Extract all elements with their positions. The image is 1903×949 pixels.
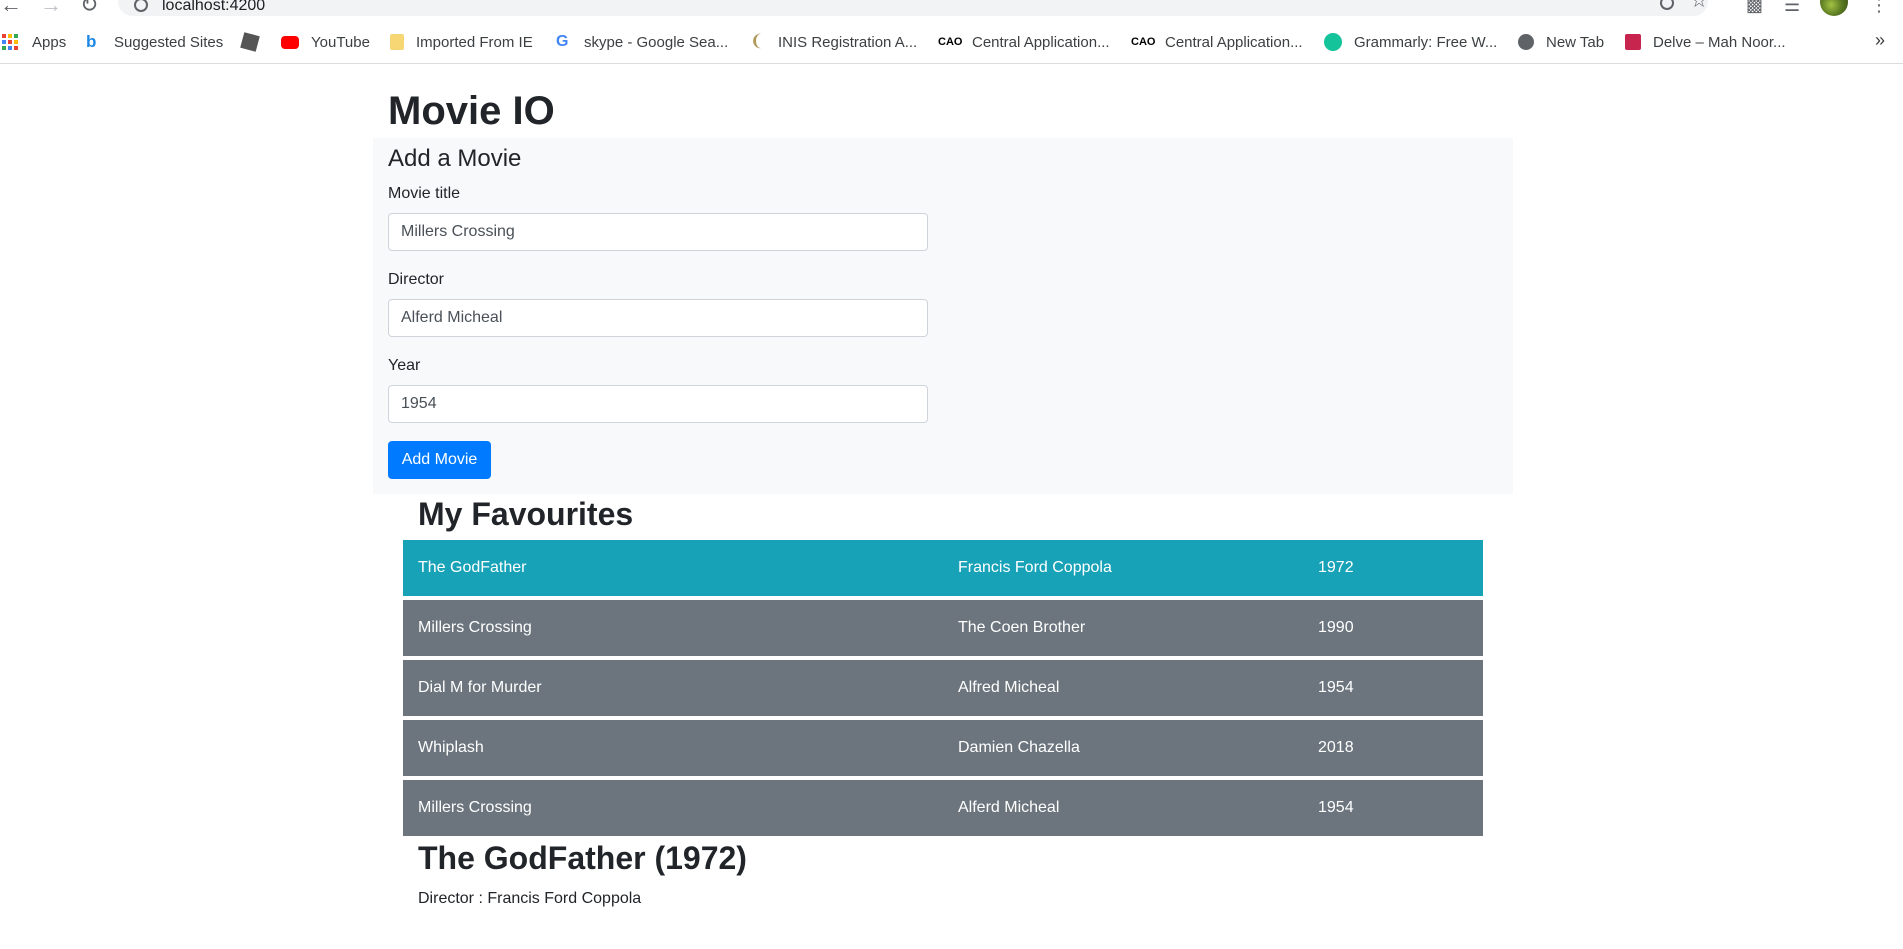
director-input[interactable]	[388, 299, 928, 337]
bookmark-suggested-sites[interactable]: b Suggested Sites	[86, 32, 223, 52]
movie-title-input[interactable]	[388, 213, 928, 251]
list-item[interactable]: Millers Crossing Alferd Micheal 1954	[403, 780, 1483, 836]
movie-year-cell: 1972	[1318, 559, 1354, 576]
menu-kebab-icon[interactable]: ⋮	[1870, 0, 1888, 14]
folder-icon	[390, 34, 404, 50]
list-item[interactable]: Whiplash Damien Chazella 2018	[403, 720, 1483, 776]
globe-icon	[1518, 34, 1534, 50]
bookmark-label: Central Application...	[972, 33, 1110, 51]
favourites-list: The GodFather Francis Ford Coppola 1972 …	[403, 540, 1483, 840]
favourites-heading: My Favourites	[418, 496, 634, 532]
add-movie-form: Add a Movie Movie title Director Year Ad…	[373, 138, 1513, 494]
grammarly-icon	[1324, 33, 1342, 51]
year-input[interactable]	[388, 385, 928, 423]
movie-title-cell: The GodFather	[418, 559, 527, 576]
bookmarks-overflow-icon[interactable]: »	[1875, 30, 1885, 51]
cao-icon: CAO	[1131, 36, 1156, 48]
movie-director-cell: The Coen Brother	[958, 619, 1086, 636]
apps-grid-icon	[2, 34, 18, 50]
movie-year-cell: 1954	[1318, 799, 1354, 816]
movie-title-cell: Millers Crossing	[418, 619, 532, 636]
profile-avatar[interactable]	[1820, 0, 1848, 16]
delve-icon	[1625, 34, 1641, 50]
add-movie-button[interactable]: Add Movie	[388, 441, 491, 479]
site-info-icon[interactable]	[134, 0, 148, 12]
browser-toolbar: ← → ↻ localhost:4200 ☆ ▩ ☰ ⋮	[0, 0, 1903, 18]
movie-title-cell: Whiplash	[418, 739, 484, 756]
harp-icon: ❨	[750, 33, 764, 50]
bookmark-delve[interactable]: Delve – Mah Noor...	[1625, 32, 1786, 52]
cao-icon: CAO	[938, 36, 963, 48]
bookmark-label: Grammarly: Free W...	[1354, 33, 1498, 51]
bookmark-label: New Tab	[1546, 33, 1605, 51]
selected-movie-title: The GodFather (1972)	[418, 840, 747, 876]
bookmark-grammarly[interactable]: Grammarly: Free W...	[1324, 32, 1497, 52]
bookmarks-bar: Apps b Suggested Sites YouTube Imported …	[0, 20, 1903, 64]
bookmark-inis-registration[interactable]: ❨ INIS Registration A...	[750, 32, 917, 52]
bookmark-central-application-1[interactable]: CAO Central Application...	[938, 32, 1110, 52]
address-bar[interactable]: localhost:4200 ☆	[118, 0, 1708, 16]
bookmark-label: skype - Google Sea...	[584, 33, 729, 51]
movie-director-cell: Alferd Micheal	[958, 799, 1060, 816]
bing-icon: b	[86, 32, 97, 51]
bookmark-skype-google[interactable]: G skype - Google Sea...	[556, 32, 728, 52]
bookmark-label: Suggested Sites	[114, 33, 224, 51]
bookmark-star-icon[interactable]: ☆	[1690, 0, 1708, 13]
bookmark-label: YouTube	[311, 33, 370, 51]
back-arrow-icon[interactable]: ←	[0, 0, 22, 16]
movie-title-label: Movie title	[388, 185, 461, 202]
extensions-puzzle-icon[interactable]: ▩	[1746, 0, 1763, 14]
bookmark-youtube[interactable]: YouTube	[281, 32, 370, 52]
roblox-icon	[240, 32, 260, 52]
movie-title-cell: Dial M for Murder	[418, 679, 542, 696]
movie-year-cell: 2018	[1318, 739, 1354, 756]
movie-year-cell: 1990	[1318, 619, 1354, 636]
bookmark-label: Imported From IE	[416, 33, 533, 51]
bookmark-label: Apps	[32, 33, 67, 51]
movie-director-cell: Alfred Micheal	[958, 679, 1060, 696]
bookmark-label: INIS Registration A...	[778, 33, 918, 51]
selected-movie-director: Director : Francis Ford Coppola	[418, 890, 642, 907]
movie-year-cell: 1954	[1318, 679, 1354, 696]
youtube-icon	[281, 35, 299, 49]
list-item[interactable]: The GodFather Francis Ford Coppola 1972	[403, 540, 1483, 596]
bookmark-central-application-2[interactable]: CAO Central Application...	[1131, 32, 1303, 52]
movie-title-cell: Millers Crossing	[418, 799, 532, 816]
director-label: Director	[388, 271, 445, 288]
list-item[interactable]: Dial M for Murder Alfred Micheal 1954	[403, 660, 1483, 716]
media-playlist-icon[interactable]: ☰	[1784, 0, 1800, 14]
list-item[interactable]: Millers Crossing The Coen Brother 1990	[403, 600, 1483, 656]
bookmark-new-tab[interactable]: New Tab	[1518, 32, 1604, 52]
year-label: Year	[388, 357, 421, 374]
page-title: Movie IO	[388, 89, 555, 133]
bookmark-imported-from-ie[interactable]: Imported From IE	[390, 32, 533, 52]
search-icon[interactable]	[1660, 0, 1674, 10]
bookmark-roblox[interactable]	[240, 32, 260, 52]
movie-director-cell: Damien Chazella	[958, 739, 1080, 756]
forward-arrow-icon[interactable]: →	[40, 0, 62, 16]
reload-icon[interactable]: ↻	[80, 0, 98, 16]
form-heading: Add a Movie	[388, 145, 522, 172]
google-icon: G	[556, 33, 569, 50]
movie-director-cell: Francis Ford Coppola	[958, 559, 1112, 576]
bookmark-label: Delve – Mah Noor...	[1653, 33, 1786, 51]
bookmark-label: Central Application...	[1165, 33, 1303, 51]
address-url[interactable]: localhost:4200	[162, 0, 265, 14]
bookmark-apps[interactable]: Apps	[2, 32, 66, 52]
